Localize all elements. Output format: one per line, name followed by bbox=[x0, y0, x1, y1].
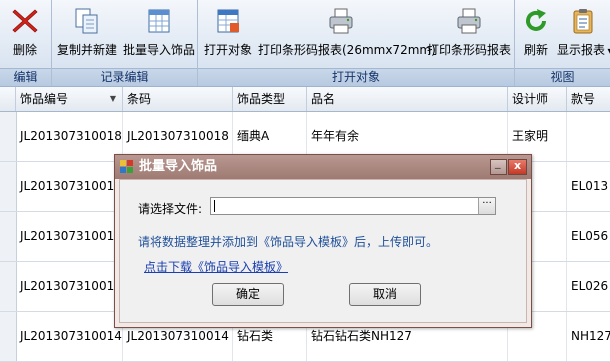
file-path-input[interactable] bbox=[210, 197, 496, 215]
column-header-item-no[interactable]: 饰品编号 ▼ bbox=[16, 87, 123, 111]
grid-header: 饰品编号 ▼ 条码 饰品类型 品名 设计师 款号 bbox=[0, 87, 610, 112]
cell-style-no bbox=[567, 112, 610, 161]
download-template-link[interactable]: 点击下载《饰品导入模板》 bbox=[144, 258, 288, 275]
close-icon: x bbox=[514, 159, 522, 172]
cell-item-no: JL201307310017 bbox=[16, 162, 123, 211]
show-report-button-label: 显示报表 ▼ bbox=[557, 41, 610, 58]
batch-import-dialog: 批量导入饰品 _ x 请选择文件: ··· 请将数据整理并添加到《饰品导入模板》… bbox=[114, 154, 532, 328]
cell-style-no: NH127 bbox=[571, 329, 610, 343]
minimize-button[interactable]: _ bbox=[490, 156, 507, 175]
close-button[interactable]: x bbox=[508, 159, 527, 175]
delete-button[interactable]: 删除 bbox=[2, 2, 48, 66]
cancel-button[interactable]: 取消 bbox=[349, 283, 421, 306]
ribbon-group-view: 刷新 显示报表 ▼ 视图 bbox=[515, 0, 610, 86]
ribbon-group-open-object: 打开对象 打印条形码报表(26mmx72mm) 打印条形码报表 打开对象 bbox=[198, 0, 515, 86]
browse-ellipsis-icon: ··· bbox=[482, 198, 492, 209]
column-header-designer[interactable]: 设计师 bbox=[508, 87, 567, 111]
cell-item-no: JL201307310015 bbox=[16, 262, 123, 311]
ribbon-group-edit: 删除 编辑 bbox=[0, 0, 52, 86]
refresh-icon bbox=[526, 9, 546, 31]
column-header-barcode[interactable]: 条码 bbox=[123, 87, 233, 111]
app-window-icon bbox=[120, 160, 133, 173]
open-object-button-label: 打开对象 bbox=[203, 43, 252, 57]
column-header-type[interactable]: 饰品类型 bbox=[233, 87, 307, 111]
row-selector[interactable] bbox=[0, 212, 17, 261]
row-selector[interactable] bbox=[0, 112, 17, 161]
show-report-button[interactable]: 显示报表 ▼ bbox=[557, 2, 610, 66]
dialog-body: 请选择文件: ··· 请将数据整理并添加到《饰品导入模板》后，上传即可。 点击下… bbox=[119, 179, 527, 323]
ribbon-group-caption: 记录编辑 bbox=[52, 68, 197, 86]
print-barcode-26x72-button[interactable]: 打印条形码报表(26mmx72mm) bbox=[258, 2, 436, 66]
cell-style-no: EL013 bbox=[571, 179, 609, 193]
open-object-button[interactable]: 打开对象 bbox=[202, 2, 254, 66]
show-report-label-text: 显示报表 bbox=[557, 43, 606, 57]
column-header-label: 饰品编号 bbox=[20, 92, 69, 106]
copy-documents-icon bbox=[75, 8, 98, 34]
ribbon-group-caption: 编辑 bbox=[0, 68, 51, 86]
print-barcode-button[interactable]: 打印条形码报表 bbox=[427, 2, 511, 66]
batch-import-button-label: 批量导入饰品 bbox=[122, 43, 195, 57]
open-table-icon bbox=[217, 9, 239, 33]
spreadsheet-import-icon bbox=[148, 9, 170, 33]
browse-button[interactable]: ··· bbox=[478, 198, 495, 214]
column-header-style-no[interactable]: 款号 bbox=[567, 87, 610, 111]
sort-arrow-icon: ▼ bbox=[109, 94, 116, 103]
row-selector[interactable] bbox=[0, 312, 17, 361]
print-barcode-26x72-button-label: 打印条形码报表(26mmx72mm) bbox=[258, 43, 436, 57]
copy-new-button[interactable]: 复制并新建 bbox=[56, 2, 118, 66]
batch-import-button[interactable]: 批量导入饰品 bbox=[122, 2, 196, 66]
dialog-title-bar[interactable]: 批量导入饰品 _ x bbox=[115, 155, 531, 179]
refresh-button-label: 刷新 bbox=[523, 43, 548, 57]
refresh-button[interactable]: 刷新 bbox=[519, 2, 553, 66]
delete-button-label: 删除 bbox=[12, 43, 37, 57]
clipboard-report-icon bbox=[573, 9, 593, 34]
dialog-title: 批量导入饰品 bbox=[139, 159, 218, 174]
cell-style-no: EL056 bbox=[571, 229, 609, 243]
cell-item-no: JL201307310016 bbox=[16, 212, 123, 261]
ribbon-toolbar: 删除 编辑 复制并新建 批量导入饰品 记录编辑 打开对象 打印条形码报表(26m… bbox=[0, 0, 610, 87]
printer-icon bbox=[329, 8, 353, 34]
cell-style-no: EL026 bbox=[571, 279, 609, 293]
ribbon-group-caption: 打开对象 bbox=[198, 68, 514, 86]
text-cursor bbox=[214, 200, 215, 212]
cell-item-no: JL201307310018 bbox=[16, 112, 123, 161]
delete-x-icon bbox=[12, 9, 38, 33]
header-corner bbox=[0, 87, 16, 111]
file-label: 请选择文件: bbox=[138, 202, 203, 216]
cell-item-no: JL201307310014 bbox=[16, 312, 123, 361]
import-hint: 请将数据整理并添加到《饰品导入模板》后，上传即可。 bbox=[138, 235, 439, 249]
minimize-icon: _ bbox=[495, 156, 501, 169]
row-selector[interactable] bbox=[0, 162, 17, 211]
copy-new-button-label: 复制并新建 bbox=[56, 43, 117, 57]
row-selector[interactable] bbox=[0, 262, 17, 311]
dropdown-arrow-icon: ▼ bbox=[605, 47, 610, 56]
ok-button[interactable]: 确定 bbox=[212, 283, 284, 306]
ribbon-group-record-edit: 复制并新建 批量导入饰品 记录编辑 bbox=[52, 0, 198, 86]
printer-icon bbox=[457, 8, 481, 34]
print-barcode-button-label: 打印条形码报表 bbox=[427, 43, 512, 57]
ribbon-group-caption: 视图 bbox=[515, 68, 610, 86]
column-header-name[interactable]: 品名 bbox=[307, 87, 508, 111]
